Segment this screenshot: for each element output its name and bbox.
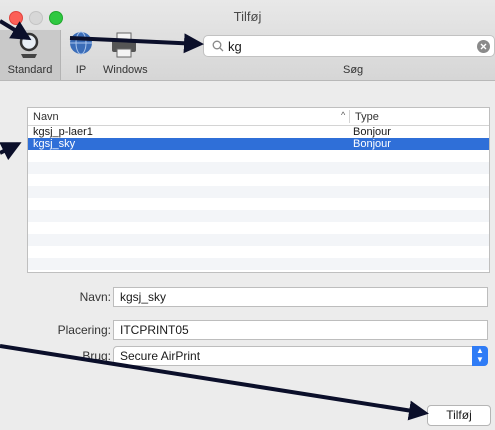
column-divider <box>349 110 350 123</box>
empty-row <box>28 150 489 162</box>
use-label: Brug: <box>82 349 111 363</box>
name-label: Navn: <box>79 290 111 304</box>
list-header: Navn ^ Type <box>28 108 489 126</box>
empty-row <box>28 234 489 246</box>
empty-row <box>28 222 489 234</box>
chevron-updown-icon: ▲ ▼ <box>472 346 488 366</box>
column-header-name[interactable]: Navn <box>33 111 59 123</box>
location-label: Placering: <box>57 323 111 337</box>
cell-printer-name: kgsj_sky <box>33 138 76 150</box>
empty-row <box>28 162 489 174</box>
tab-ip[interactable]: IP <box>63 30 99 80</box>
search-label: Søg <box>343 64 364 76</box>
globe-icon <box>70 31 92 55</box>
empty-row <box>28 198 489 210</box>
toolbar: Tilføj Standard IP Windows kg Søg <box>0 0 495 81</box>
tab-standard-label: Standard <box>7 64 53 76</box>
driver-select-value: Secure AirPrint <box>120 349 201 363</box>
name-field[interactable] <box>113 287 488 307</box>
sort-ascending-icon: ^ <box>341 110 346 120</box>
location-field[interactable] <box>113 320 488 340</box>
empty-row <box>28 246 489 258</box>
clear-search-icon[interactable] <box>477 40 490 53</box>
add-button[interactable]: Tilføj <box>427 405 491 426</box>
tab-standard[interactable]: Standard <box>0 30 61 80</box>
cell-printer-name: kgsj_p-laer1 <box>33 126 93 138</box>
magnifier-icon <box>19 32 39 58</box>
add-printer-window: Tilføj Standard IP Windows kg Søg Navn ^… <box>0 0 495 430</box>
column-header-type[interactable]: Type <box>355 111 379 123</box>
tab-windows-label: Windows <box>103 64 148 76</box>
search-icon <box>212 40 224 52</box>
cell-printer-type: Bonjour <box>353 138 391 150</box>
window-title: Tilføj <box>233 9 262 24</box>
search-field[interactable] <box>203 35 495 57</box>
empty-row <box>28 210 489 222</box>
tab-ip-label: IP <box>75 64 87 76</box>
empty-row <box>28 174 489 186</box>
empty-row <box>28 258 489 270</box>
cell-printer-type: Bonjour <box>353 126 391 138</box>
printer-list[interactable]: Navn ^ Type kgsj_p-laer1 Bonjour kgsj_sk… <box>27 107 490 273</box>
empty-row <box>28 186 489 198</box>
tab-windows[interactable]: Windows <box>103 30 148 80</box>
printer-icon <box>112 32 136 58</box>
search-input[interactable] <box>228 38 468 54</box>
driver-select[interactable]: Secure AirPrint ▲ ▼ <box>113 346 488 366</box>
table-row[interactable]: kgsj_p-laer1 Bonjour <box>28 126 489 138</box>
list-rows: kgsj_p-laer1 Bonjour kgsj_sky Bonjour <box>28 126 489 270</box>
table-row-selected[interactable]: kgsj_sky Bonjour <box>28 138 489 150</box>
